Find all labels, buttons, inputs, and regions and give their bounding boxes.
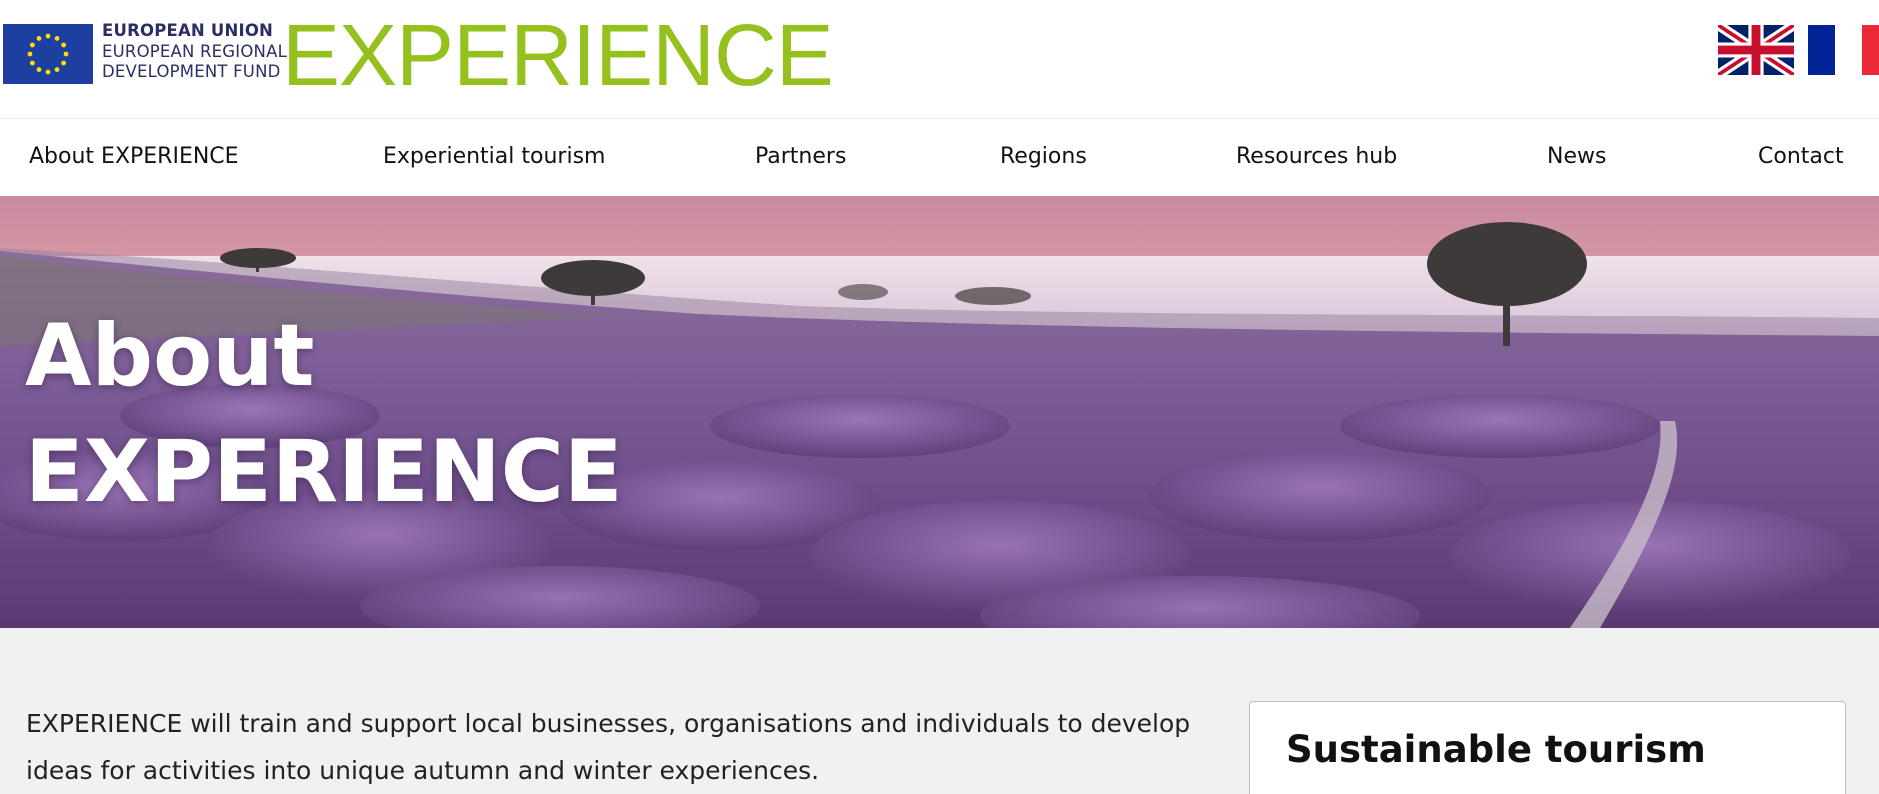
- hero-title: About EXPERIENCE: [25, 298, 623, 530]
- hero-title-line-2: EXPERIENCE: [25, 422, 623, 522]
- uk-flag-icon[interactable]: [1718, 25, 1794, 75]
- intro-line-1: EXPERIENCE will train and support local …: [26, 709, 1191, 738]
- intro-line-2: ideas for activities into unique autumn …: [26, 756, 820, 785]
- nav-about-experience[interactable]: About EXPERIENCE: [29, 144, 239, 169]
- nav-news[interactable]: News: [1547, 144, 1606, 169]
- nav-contact[interactable]: Contact: [1758, 144, 1844, 169]
- site-header: EUROPEAN UNION EUROPEAN REGIONAL DEVELOP…: [0, 0, 1879, 119]
- nav-experiential-tourism[interactable]: Experiential tourism: [383, 144, 605, 169]
- eu-flag-icon: [3, 24, 93, 84]
- intro-paragraph: EXPERIENCE will train and support local …: [26, 700, 1226, 794]
- nav-partners[interactable]: Partners: [755, 144, 846, 169]
- france-flag-icon[interactable]: [1808, 25, 1879, 75]
- hero-title-line-1: About: [25, 306, 315, 406]
- nav-regions[interactable]: Regions: [1000, 144, 1087, 169]
- eu-line-3: DEVELOPMENT FUND: [102, 62, 281, 81]
- eu-funding-label: EUROPEAN UNION EUROPEAN REGIONAL DEVELOP…: [102, 21, 287, 83]
- eu-line-2: EUROPEAN REGIONAL: [102, 41, 287, 61]
- hero-banner: About EXPERIENCE: [0, 196, 1879, 628]
- main-content: EXPERIENCE will train and support local …: [0, 628, 1879, 794]
- nav-resources-hub[interactable]: Resources hub: [1236, 144, 1397, 169]
- eu-line-1: EUROPEAN UNION: [102, 21, 274, 40]
- main-nav: About EXPERIENCE Experiential tourism Pa…: [0, 120, 1879, 196]
- site-logo[interactable]: EXPERIENCE: [282, 6, 834, 106]
- sidebar-card-title: Sustainable tourism: [1286, 728, 1706, 771]
- sustainable-tourism-card: Sustainable tourism: [1249, 701, 1846, 794]
